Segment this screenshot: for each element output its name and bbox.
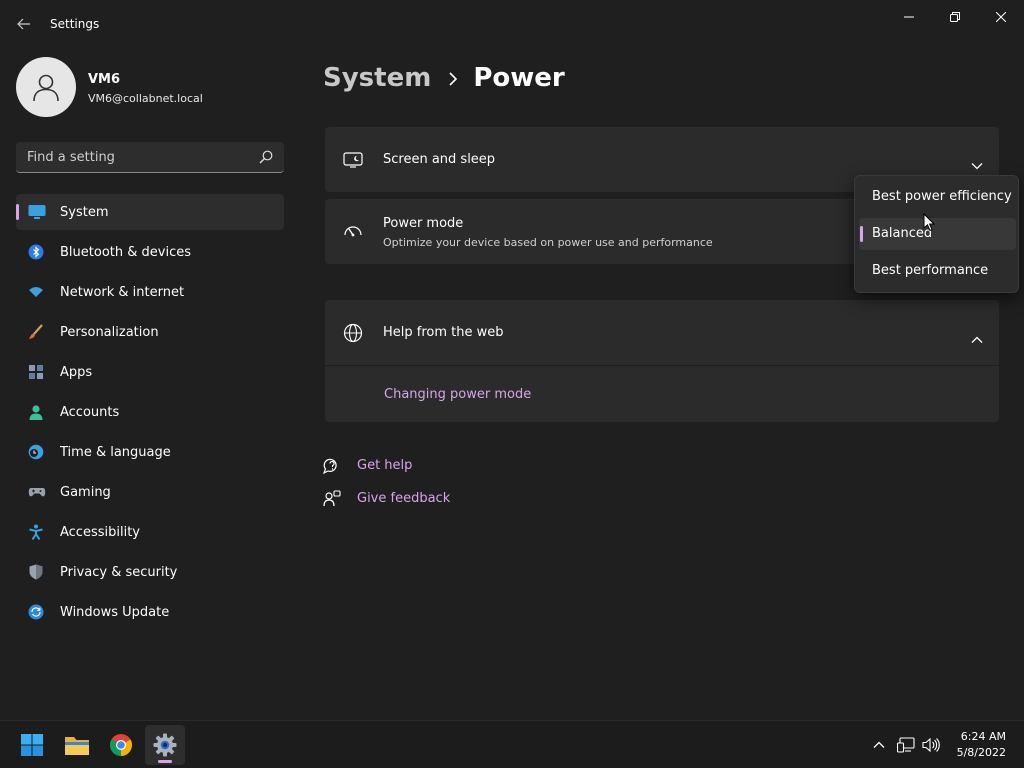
chevron-up-icon[interactable] <box>971 329 983 348</box>
network-tray-button[interactable] <box>896 735 916 755</box>
globe-icon <box>343 323 363 343</box>
taskbar: 6:24 AM 5/8/2022 <box>0 720 1024 768</box>
file-explorer-icon <box>64 734 90 756</box>
sidebar-item-label: Accounts <box>60 405 120 420</box>
sidebar-item-label: Windows Update <box>60 605 170 620</box>
sidebar-item-label: Bluetooth & devices <box>60 245 191 260</box>
sidebar-item-label: Network & internet <box>60 285 185 300</box>
get-help-link[interactable]: Get help <box>357 458 412 473</box>
user-email: VM6@collabnet.local <box>88 92 203 105</box>
sidebar-item-personalization[interactable]: Personalization <box>16 314 284 350</box>
start-icon <box>20 733 44 757</box>
person-icon <box>28 404 44 420</box>
accessibility-icon <box>28 524 44 540</box>
option-label: Best power efficiency <box>872 189 1012 204</box>
give-feedback-icon <box>323 490 341 508</box>
search-box <box>16 142 284 173</box>
sidebar-item-apps[interactable]: Apps <box>16 354 284 390</box>
breadcrumb-system[interactable]: System <box>323 63 431 93</box>
power-mode-subtitle: Optimize your device based on power use … <box>383 236 713 249</box>
volume-tray-button[interactable] <box>921 735 941 755</box>
sidebar-item-gaming[interactable]: Gaming <box>16 474 284 510</box>
restore-icon <box>950 12 960 22</box>
give-feedback-link[interactable]: Give feedback <box>357 491 450 506</box>
settings-icon <box>153 733 177 757</box>
screen-sleep-title: Screen and sleep <box>383 152 496 167</box>
sidebar-item-accounts[interactable]: Accounts <box>16 394 284 430</box>
user-name: VM6 <box>88 72 121 87</box>
chevron-up-icon <box>873 741 885 749</box>
network-icon <box>897 737 915 753</box>
brush-icon <box>28 324 44 340</box>
volume-icon <box>922 737 940 753</box>
sidebar-item-accessibility[interactable]: Accessibility <box>16 514 284 550</box>
help-web-title: Help from the web <box>383 325 504 340</box>
sidebar-item-time-language[interactable]: Time & language <box>16 434 284 470</box>
restore-button[interactable] <box>932 6 978 28</box>
clock-time: 6:24 AM <box>960 730 1006 743</box>
app-title: Settings <box>50 17 100 31</box>
show-hidden-icons-button[interactable] <box>869 735 889 755</box>
sidebar-item-bluetooth[interactable]: Bluetooth & devices <box>16 234 284 270</box>
power-mode-dropdown: Best power efficiency Balanced Best perf… <box>854 175 1019 293</box>
power-mode-title: Power mode <box>383 216 464 231</box>
chrome-icon <box>109 733 133 757</box>
breadcrumb-separator-icon <box>449 63 458 93</box>
option-best-power-efficiency[interactable]: Best power efficiency <box>859 181 1016 213</box>
help-web-card: Help from the web Changing power mode <box>325 300 999 422</box>
sidebar-item-label: Accessibility <box>60 525 140 540</box>
apps-icon <box>28 364 44 380</box>
page-title: Power <box>473 63 565 93</box>
chevron-down-icon[interactable] <box>971 155 983 174</box>
start-button[interactable] <box>12 725 52 765</box>
help-web-header[interactable]: Help from the web <box>325 300 999 366</box>
avatar[interactable] <box>16 57 76 117</box>
minimize-icon <box>904 12 914 22</box>
update-icon <box>28 604 44 620</box>
chrome-button[interactable] <box>101 725 141 765</box>
get-help-icon <box>323 457 341 475</box>
power-mode-icon <box>343 223 363 239</box>
back-button[interactable] <box>12 12 36 36</box>
close-button[interactable] <box>978 6 1024 28</box>
gamepad-icon <box>28 484 46 500</box>
sidebar-item-system[interactable]: System <box>16 194 284 230</box>
title-bar: Settings <box>0 0 1024 48</box>
sidebar-item-windows-update[interactable]: Windows Update <box>16 594 284 630</box>
changing-power-mode-link[interactable]: Changing power mode <box>384 387 531 402</box>
screen-sleep-icon <box>343 152 363 168</box>
option-balanced[interactable]: Balanced <box>859 218 1016 250</box>
sidebar-nav: System Bluetooth & devices Network & int… <box>16 194 284 634</box>
wifi-icon <box>28 284 44 300</box>
sidebar-item-privacy[interactable]: Privacy & security <box>16 554 284 590</box>
breadcrumb: System Power <box>323 58 565 98</box>
bluetooth-icon <box>28 244 44 260</box>
mouse-cursor-icon <box>923 212 936 236</box>
sidebar-item-label: Privacy & security <box>60 565 178 580</box>
sidebar-item-label: Personalization <box>60 325 159 340</box>
file-explorer-button[interactable] <box>57 725 97 765</box>
option-best-performance[interactable]: Best performance <box>859 255 1016 287</box>
shield-icon <box>28 564 44 580</box>
clock-globe-icon <box>28 444 44 460</box>
sidebar-item-network[interactable]: Network & internet <box>16 274 284 310</box>
monitor-icon <box>28 204 46 220</box>
option-label: Best performance <box>872 263 989 278</box>
settings-taskbar-button[interactable] <box>145 725 185 765</box>
sidebar-item-label: Gaming <box>60 485 111 500</box>
back-arrow-icon <box>17 18 31 30</box>
clock-date: 5/8/2022 <box>956 746 1006 759</box>
person-avatar-icon <box>31 72 61 102</box>
search-input[interactable] <box>16 142 246 172</box>
search-icon[interactable] <box>259 150 273 164</box>
sidebar-item-label: Apps <box>60 365 93 380</box>
taskbar-clock[interactable]: 6:24 AM 5/8/2022 <box>957 729 1006 761</box>
sidebar-item-label: Time & language <box>60 445 171 460</box>
sidebar-item-label: System <box>60 205 109 220</box>
close-icon <box>996 12 1006 22</box>
minimize-button[interactable] <box>886 6 932 28</box>
